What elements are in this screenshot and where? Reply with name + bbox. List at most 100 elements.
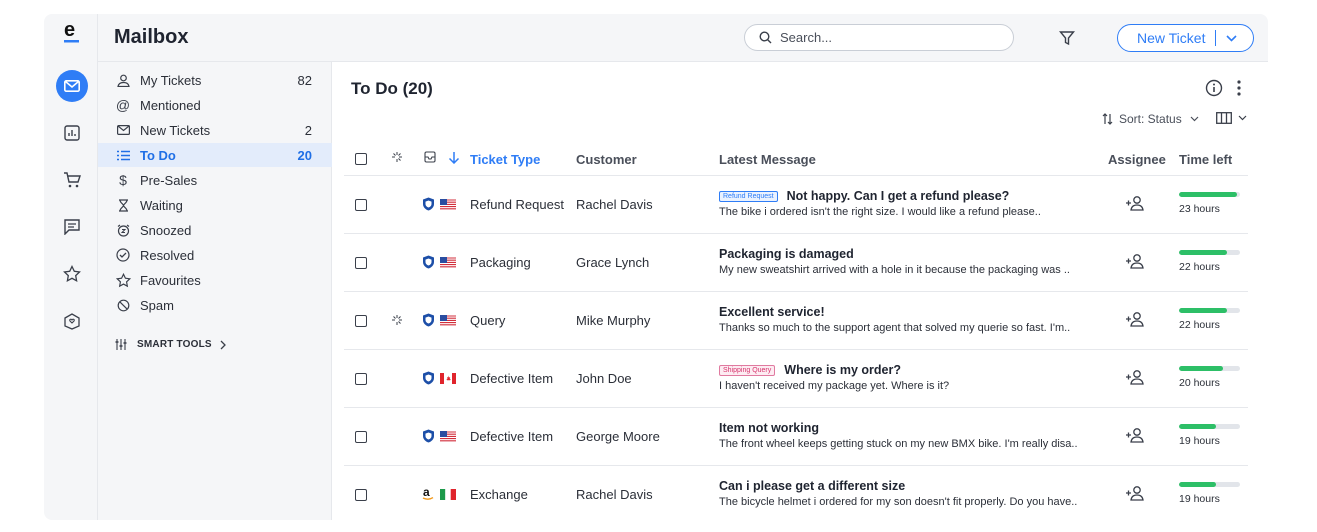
country-flag-icon: [440, 314, 456, 329]
row-checkbox[interactable]: [355, 315, 367, 327]
reports-nav-button[interactable]: [56, 117, 88, 149]
table-row[interactable]: Packaging Grace Lynch Packaging is damaged…: [344, 234, 1248, 292]
sort-dropdown[interactable]: Sort: Status: [1102, 112, 1199, 126]
assign-user-button[interactable]: [1125, 253, 1145, 272]
row-checkbox[interactable]: [355, 373, 367, 385]
customer-name[interactable]: Mike Murphy: [576, 313, 650, 328]
chevron-right-icon: [220, 340, 226, 349]
sidebar-item-mentioned[interactable]: @ Mentioned: [98, 93, 332, 117]
orders-nav-button[interactable]: [56, 164, 88, 196]
ticket-type: Refund Request: [470, 197, 564, 212]
time-left-progress: [1179, 192, 1240, 197]
customer-name[interactable]: Rachel Davis: [576, 487, 653, 502]
chevron-down-icon: [1226, 34, 1238, 42]
sort-desc-icon[interactable]: [448, 151, 460, 167]
assign-user-button[interactable]: [1125, 369, 1145, 388]
integrations-nav-button[interactable]: [56, 305, 88, 337]
sidebar-item-snoozed[interactable]: Snoozed: [98, 218, 332, 242]
more-options-button[interactable]: [1236, 79, 1242, 102]
sidebar-item-pre-sales[interactable]: $ Pre-Sales: [98, 168, 332, 192]
ticket-type: Packaging: [470, 255, 531, 270]
column-ticket-type[interactable]: Ticket Type: [470, 152, 540, 167]
column-latest-message[interactable]: Latest Message: [719, 152, 816, 167]
search-box[interactable]: [744, 24, 1014, 51]
customer-name[interactable]: John Doe: [576, 371, 632, 386]
favourites-nav-button[interactable]: [56, 258, 88, 290]
latest-message[interactable]: Can i please get a different size The bic…: [719, 479, 1077, 508]
chat-nav-button[interactable]: [56, 211, 88, 243]
add-user-icon: [1126, 196, 1144, 211]
columns-button[interactable]: [1216, 112, 1247, 124]
select-all-checkbox[interactable]: [355, 153, 367, 165]
sidebar-item-spam[interactable]: Spam: [98, 293, 332, 317]
table-row[interactable]: Defective Item John Doe Shipping Query Wher…: [344, 350, 1248, 408]
assign-user-button[interactable]: [1125, 485, 1145, 504]
sidebar-item-resolved[interactable]: Resolved: [98, 243, 332, 267]
latest-message[interactable]: Refund Request Not happy. Can I get a ref…: [719, 189, 1041, 218]
latest-message[interactable]: Shipping Query Where is my order? I haven'…: [719, 363, 949, 392]
sidebar-item-label: Resolved: [140, 247, 195, 263]
table-row[interactable]: Defective Item George Moore Item not worki…: [344, 408, 1248, 466]
svg-text:a: a: [423, 487, 430, 499]
sort-label: Sort: Status: [1119, 112, 1182, 126]
message-tag: Shipping Query: [719, 364, 776, 376]
search-input[interactable]: [780, 30, 980, 45]
amazon-channel-icon: a: [422, 485, 435, 504]
column-customer[interactable]: Customer: [576, 152, 637, 167]
shield-channel-icon: [422, 313, 435, 330]
assign-user-button[interactable]: [1125, 311, 1145, 330]
message-preview: Thanks so much to the support agent that…: [719, 322, 1071, 334]
smart-tools-toggle[interactable]: SMART TOOLS: [115, 339, 227, 350]
time-left-progress: [1179, 482, 1240, 487]
time-left: 23 hours: [1179, 192, 1240, 215]
row-checkbox[interactable]: [355, 199, 367, 211]
ban-icon: [115, 297, 131, 313]
row-checkbox[interactable]: [355, 431, 367, 443]
app-window: e Mailbox 2: [44, 14, 1268, 520]
ticket-list-panel: To Do (20) Sort: Status Ticket Type Cust…: [332, 62, 1268, 520]
chevron-down-icon: [1238, 115, 1247, 121]
column-assignee[interactable]: Assignee: [1108, 152, 1166, 167]
customer-name[interactable]: Grace Lynch: [576, 255, 649, 270]
assign-user-button[interactable]: [1125, 427, 1145, 446]
new-ticket-button[interactable]: New Ticket: [1117, 24, 1254, 52]
chart-icon: [64, 125, 80, 141]
filter-button[interactable]: [1057, 28, 1077, 48]
star-icon: [63, 265, 81, 283]
time-left: 22 hours: [1179, 308, 1240, 331]
mailbox-nav-button[interactable]: [56, 70, 88, 102]
latest-message[interactable]: Item not working The front wheel keeps ge…: [719, 421, 1078, 450]
row-checkbox[interactable]: [355, 489, 367, 501]
table-row[interactable]: a Exchange Rachel Davis Can i please get a …: [344, 466, 1248, 520]
ticket-type: Defective Item: [470, 429, 554, 444]
sidebar-item-favourites[interactable]: Favourites: [98, 268, 332, 292]
row-checkbox[interactable]: [355, 257, 367, 269]
latest-message[interactable]: Excellent service! Thanks so much to the …: [719, 305, 1070, 334]
sidebar-item-my-tickets[interactable]: My Tickets 82: [98, 68, 332, 92]
sidebar-item-label: Waiting: [140, 197, 183, 213]
hourglass-icon: [115, 197, 131, 213]
search-icon: [759, 31, 772, 44]
box-heart-icon: [64, 313, 80, 330]
customer-name[interactable]: Rachel Davis: [576, 197, 653, 212]
at-icon: @: [115, 97, 131, 113]
table-row[interactable]: Refund Request Rachel Davis Refund Request…: [344, 176, 1248, 234]
message-title: Where is my order?: [784, 363, 901, 377]
message-title: Not happy. Can I get a refund please?: [786, 189, 1010, 203]
time-left-progress: [1179, 308, 1240, 313]
column-time-left[interactable]: Time left: [1179, 152, 1232, 167]
customer-name[interactable]: George Moore: [576, 429, 660, 444]
info-button[interactable]: [1205, 79, 1223, 102]
chat-icon: [64, 219, 80, 235]
new-ticket-dropdown[interactable]: [1226, 34, 1238, 42]
sidebar-item-to-do[interactable]: To Do 20: [98, 143, 332, 167]
table-row[interactable]: Query Mike Murphy Excellent service! Thanks…: [344, 292, 1248, 350]
sidebar-item-new-tickets[interactable]: New Tickets 2: [98, 118, 332, 142]
sidebar-item-waiting[interactable]: Waiting: [98, 193, 332, 217]
message-preview: I haven't received my package yet. Where…: [719, 380, 950, 392]
filter-icon: [1059, 31, 1075, 46]
latest-message[interactable]: Packaging is damaged My new sweatshirt ar…: [719, 247, 1070, 276]
assign-user-button[interactable]: [1125, 195, 1145, 214]
chevron-down-icon: [1190, 116, 1199, 122]
time-left: 22 hours: [1179, 250, 1240, 273]
